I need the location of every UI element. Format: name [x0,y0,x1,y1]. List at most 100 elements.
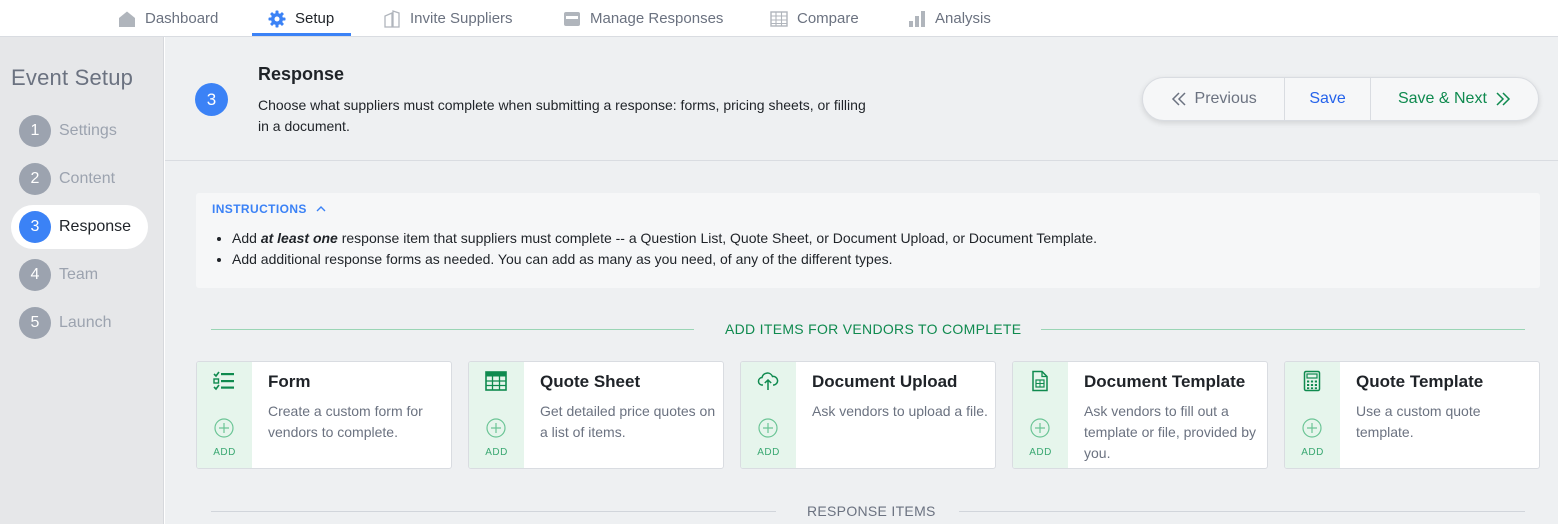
header-step-badge: 3 [195,83,228,116]
instructions-panel: INSTRUCTIONS Add at least one response i… [196,193,1540,288]
nav-dashboard-label: Dashboard [145,10,219,27]
add-label: ADD [1029,447,1052,458]
main-content: 3 Response Choose what suppliers must co… [165,37,1558,524]
building-icon [384,9,400,28]
card-description: Use a custom quote template. [1356,403,1481,440]
gear-icon [268,10,286,27]
card-body: Document Upload Ask vendors to upload a … [796,362,995,468]
step-label: Settings [59,122,117,139]
card-body: Form Create a custom form for vendors to… [252,362,451,468]
card-document-template[interactable]: ADD Document Template Ask vendors to fil… [1012,361,1268,469]
add-label: ADD [757,447,780,458]
card-title: Document Template [1084,372,1246,391]
bar-chart-icon [909,10,925,27]
sidebar-step-response[interactable]: 3 Response [11,205,148,249]
card-add-strip[interactable]: ADD [741,362,796,468]
instructions-heading: INSTRUCTIONS [212,202,307,216]
card-body: Document Template Ask vendors to fill ou… [1068,362,1267,468]
sidebar-step-settings[interactable]: 1 Settings [11,109,117,153]
card-quote-sheet[interactable]: ADD Quote Sheet Get detailed price quote… [468,361,724,469]
card-description: Create a custom form for vendors to comp… [268,403,423,440]
cloud-upload-icon [757,372,779,390]
previous-button[interactable]: Previous [1143,78,1286,120]
sidebar-step-content[interactable]: 2 Content [11,157,115,201]
plus-circle-icon [758,418,778,438]
step-actions: Previous Save Save & Next [1142,77,1539,121]
instruction-emphasis: at least one [260,230,338,246]
divider-line [211,511,776,512]
step-number: 4 [19,259,51,291]
card-add-strip[interactable]: ADD [469,362,524,468]
checklist-icon [213,371,234,391]
double-chevron-left-icon [1171,92,1186,106]
page-description: Choose what suppliers must complete when… [258,97,866,134]
plus-circle-icon [214,418,234,438]
divider-line [211,329,694,330]
double-chevron-right-icon [1496,92,1510,106]
step-label: Response [59,218,132,235]
add-label: ADD [213,447,236,458]
card-title: Quote Template [1356,372,1484,391]
save-button[interactable]: Save [1285,78,1371,120]
add-items-divider: ADD ITEMS FOR VENDORS TO COMPLETE [211,319,1525,339]
save-next-button[interactable]: Save & Next [1371,78,1538,120]
nav-manage-responses-label: Manage Responses [590,10,724,27]
add-label: ADD [485,447,508,458]
card-document-upload[interactable]: ADD Document Upload Ask vendors to uploa… [740,361,996,469]
card-description: Ask vendors to fill out a template or fi… [1084,403,1256,461]
plus-circle-icon [1030,418,1050,438]
nav-active-indicator [252,33,351,36]
nav-dashboard[interactable]: Dashboard [118,0,218,37]
nav-setup[interactable]: Setup [268,0,334,37]
top-nav: Dashboard Setup Invite Suppliers Manage … [0,0,1558,37]
table-icon [770,10,788,27]
card-form[interactable]: ADD Form Create a custom form for vendor… [196,361,452,469]
document-icon [1032,370,1048,392]
inbox-icon [564,11,580,26]
step-number: 3 [19,211,51,243]
card-title: Document Upload [812,372,958,391]
card-body: Quote Sheet Get detailed price quotes on… [524,362,723,468]
card-add-strip[interactable]: ADD [197,362,252,468]
response-items-divider: RESPONSE ITEMS [211,501,1525,521]
card-quote-template[interactable]: ADD Quote Template Use a custom quote te… [1284,361,1540,469]
instruction-text: Add [232,230,261,246]
spreadsheet-icon [485,371,507,391]
step-label: Content [59,170,116,187]
calculator-icon [1303,370,1321,392]
card-add-strip[interactable]: ADD [1285,362,1340,468]
nav-compare[interactable]: Compare [770,0,859,37]
step-number: 2 [19,163,51,195]
step-label: Launch [59,314,112,331]
nav-manage-responses[interactable]: Manage Responses [563,0,723,37]
card-add-strip[interactable]: ADD [1013,362,1068,468]
page-header: 3 Response Choose what suppliers must co… [165,37,1558,161]
nav-setup-label: Setup [295,10,335,27]
sidebar: Event Setup 1 Settings 2 Content 3 Respo… [0,37,164,524]
divider-line [959,511,1525,512]
sidebar-title: Event Setup [11,65,134,90]
instructions-toggle[interactable]: INSTRUCTIONS [212,202,327,216]
chevron-up-icon [316,206,326,212]
instructions-list: Add at least one response item that supp… [232,228,1097,270]
nav-analysis[interactable]: Analysis [908,0,991,37]
plus-circle-icon [1302,418,1322,438]
plus-circle-icon [486,418,506,438]
sidebar-step-team[interactable]: 4 Team [11,253,98,297]
card-description: Ask vendors to upload a file. [812,403,988,419]
card-title: Form [268,372,311,391]
add-label: ADD [1301,447,1324,458]
save-next-label: Save & Next [1397,90,1487,107]
card-body: Quote Template Use a custom quote templa… [1340,362,1539,468]
add-items-heading: ADD ITEMS FOR VENDORS TO COMPLETE [725,321,1022,337]
sidebar-step-launch[interactable]: 5 Launch [11,301,112,345]
step-number: 1 [19,115,51,147]
home-icon [119,11,135,27]
nav-invite-suppliers[interactable]: Invite Suppliers [383,0,513,37]
previous-label: Previous [1194,90,1257,107]
save-label: Save [1309,90,1346,107]
nav-analysis-label: Analysis [935,10,991,27]
card-title: Quote Sheet [540,372,641,391]
nav-compare-label: Compare [797,10,859,27]
nav-invite-suppliers-label: Invite Suppliers [410,10,513,27]
